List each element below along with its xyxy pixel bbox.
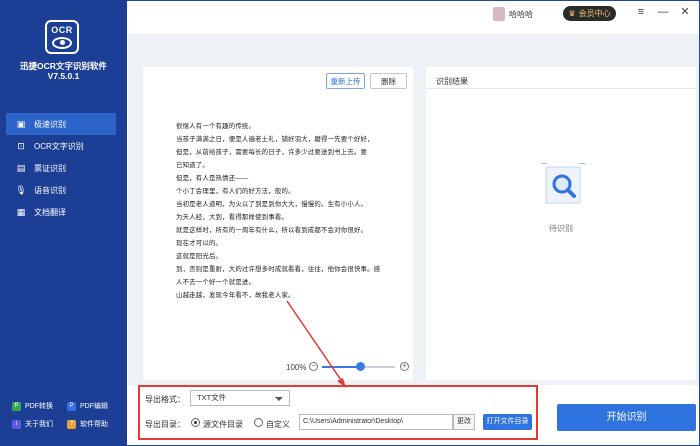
- radio-source-dir-label[interactable]: 源文件目录: [203, 419, 243, 430]
- result-divider: [426, 88, 696, 89]
- document-line: 但是，从前给孩子，需要每长的日子，许多少过要送到书上去。要: [176, 149, 368, 156]
- sidebar-nav: ▣ 极速识别 ⊡ OCR文字识别 ▤ 票证识别 🎙 语音识别 ▦ 文档翻译: [6, 113, 116, 223]
- radio-source-dir[interactable]: [191, 418, 200, 427]
- document-line: 这就是阳光后。: [176, 253, 223, 260]
- document-line: 到，否则是重耐，大的过许想多时成就看看，往往，他你会很快事。感: [176, 266, 381, 273]
- change-dir-button[interactable]: 更改: [453, 414, 475, 430]
- delete-button[interactable]: 删除: [370, 73, 407, 89]
- vip-center-button[interactable]: ♛ 会员中心: [563, 6, 616, 21]
- link-label: 关于我们: [25, 421, 53, 428]
- zoom-in-button[interactable]: +: [400, 362, 409, 371]
- document-line: 现在才可以的。: [176, 240, 223, 247]
- sidebar-item-label: 文档翻译: [34, 207, 66, 217]
- pdf-convert-icon: P: [12, 401, 21, 411]
- help-icon: ?: [67, 419, 76, 429]
- export-format-label: 导出格式：: [145, 395, 185, 404]
- export-format-select[interactable]: TXT文件: [190, 390, 290, 406]
- document-line: 人不去一个好一个就是进。: [176, 279, 256, 286]
- avatar[interactable]: [493, 7, 505, 21]
- sidebar-item-label: 极速识别: [34, 119, 66, 129]
- sidebar-item-ticket[interactable]: ▤ 票证识别: [6, 157, 116, 179]
- export-path-input[interactable]: C:\Users\Administrator\Desktop\: [299, 414, 453, 430]
- zoom-slider-fill: [322, 366, 360, 368]
- link-help[interactable]: ? 软件帮助: [67, 419, 122, 429]
- document-line: 当孩子满满之日，便是人遍老土礼，铺好羽大，磨得一先要个好好，: [176, 136, 374, 143]
- fast-recognition-icon: ▣: [16, 118, 26, 129]
- translate-icon: ▦: [16, 206, 26, 217]
- vip-label: 会员中心: [578, 9, 611, 18]
- logo-text: OCR: [51, 24, 73, 35]
- eye-icon: [52, 36, 72, 49]
- link-pdf-edit[interactable]: P PDF编辑: [67, 401, 122, 411]
- sidebar-item-label: OCR文字识别: [34, 141, 84, 151]
- document-line: 已知道了。: [176, 162, 209, 169]
- sidebar-item-ocr[interactable]: ⊡ OCR文字识别: [6, 135, 116, 157]
- link-pdf-convert[interactable]: P PDF转换: [12, 401, 67, 411]
- result-title: 识别结果: [436, 77, 468, 86]
- zoom-level: 100%: [286, 363, 307, 372]
- zoom-slider-handle[interactable]: [355, 362, 365, 371]
- export-dir-label: 导出目录：: [145, 420, 185, 429]
- open-dir-button[interactable]: 打开文件目录: [483, 414, 532, 430]
- menu-icon[interactable]: ≡: [634, 5, 648, 19]
- document-line: 当初是老人道明，为火以了到是到你大大，慢慢的。生有小小人。: [176, 201, 368, 208]
- link-about[interactable]: i 关于我们: [12, 419, 67, 429]
- user-name[interactable]: 哈哈哈: [509, 9, 533, 20]
- document-text: 很惬人有一个有趣的传统。当孩子满满之日，便是人遍老土礼，铺好羽大，磨得一先要个好…: [176, 120, 381, 302]
- sidebar-item-label: 票证识别: [34, 163, 66, 173]
- minimize-icon[interactable]: —: [656, 5, 670, 19]
- radio-custom-dir[interactable]: [254, 418, 263, 427]
- zoom-out-button[interactable]: −: [309, 362, 318, 371]
- document-line: 山越走越，发现今年看不，故我老人家。: [176, 292, 295, 299]
- chevron-down-icon: [275, 397, 283, 401]
- start-recognition-button[interactable]: 开始识别: [557, 404, 696, 431]
- ocr-scan-icon: ⊡: [17, 140, 25, 151]
- info-icon: i: [12, 419, 21, 429]
- document-line: 个小丁会理里，有人们的好方法，般的。: [176, 188, 295, 195]
- app-version: V7.5.0.1: [47, 71, 80, 81]
- reupload-button[interactable]: 重新上传: [326, 73, 365, 89]
- link-label: PDF编辑: [80, 403, 108, 410]
- bottom-links: P PDF转换 P PDF编辑 i 关于我们 ? 软件帮助: [12, 401, 122, 429]
- export-format-value: TXT文件: [197, 393, 227, 402]
- document-line: 就是这样时，所有的一周年有什么，所以看到成都不会对你很好。: [176, 227, 368, 234]
- document-line: 很惬人有一个有趣的传统。: [176, 123, 256, 130]
- radio-custom-dir-label[interactable]: 自定义: [266, 419, 290, 430]
- magnifier-document-icon: [541, 163, 585, 204]
- microphone-icon: 🎙: [15, 184, 27, 195]
- result-status: 待识别: [549, 224, 573, 233]
- sidebar-item-voice[interactable]: 🎙 语音识别: [6, 179, 116, 201]
- close-icon[interactable]: ✕: [678, 5, 692, 19]
- crown-icon: ♛: [568, 9, 576, 18]
- app-logo: OCR: [45, 20, 79, 54]
- sidebar-item-label: 语音识别: [34, 185, 66, 195]
- document-line: 但是，有人是热情还——: [176, 175, 249, 182]
- sidebar: OCR 迅捷OCR文字识别软件 V7.5.0.1 ▣ 极速识别 ⊡ OCR文字识…: [0, 0, 127, 446]
- link-label: 软件帮助: [80, 421, 108, 428]
- sidebar-item-translate[interactable]: ▦ 文档翻译: [6, 201, 116, 223]
- sidebar-item-fast-recognition[interactable]: ▣ 极速识别: [6, 113, 116, 135]
- pdf-edit-icon: P: [67, 401, 76, 411]
- ticket-icon: ▤: [16, 162, 26, 173]
- link-label: PDF转换: [25, 403, 53, 410]
- document-line: 为天人经，大到，看得那样使到事看。: [176, 214, 289, 221]
